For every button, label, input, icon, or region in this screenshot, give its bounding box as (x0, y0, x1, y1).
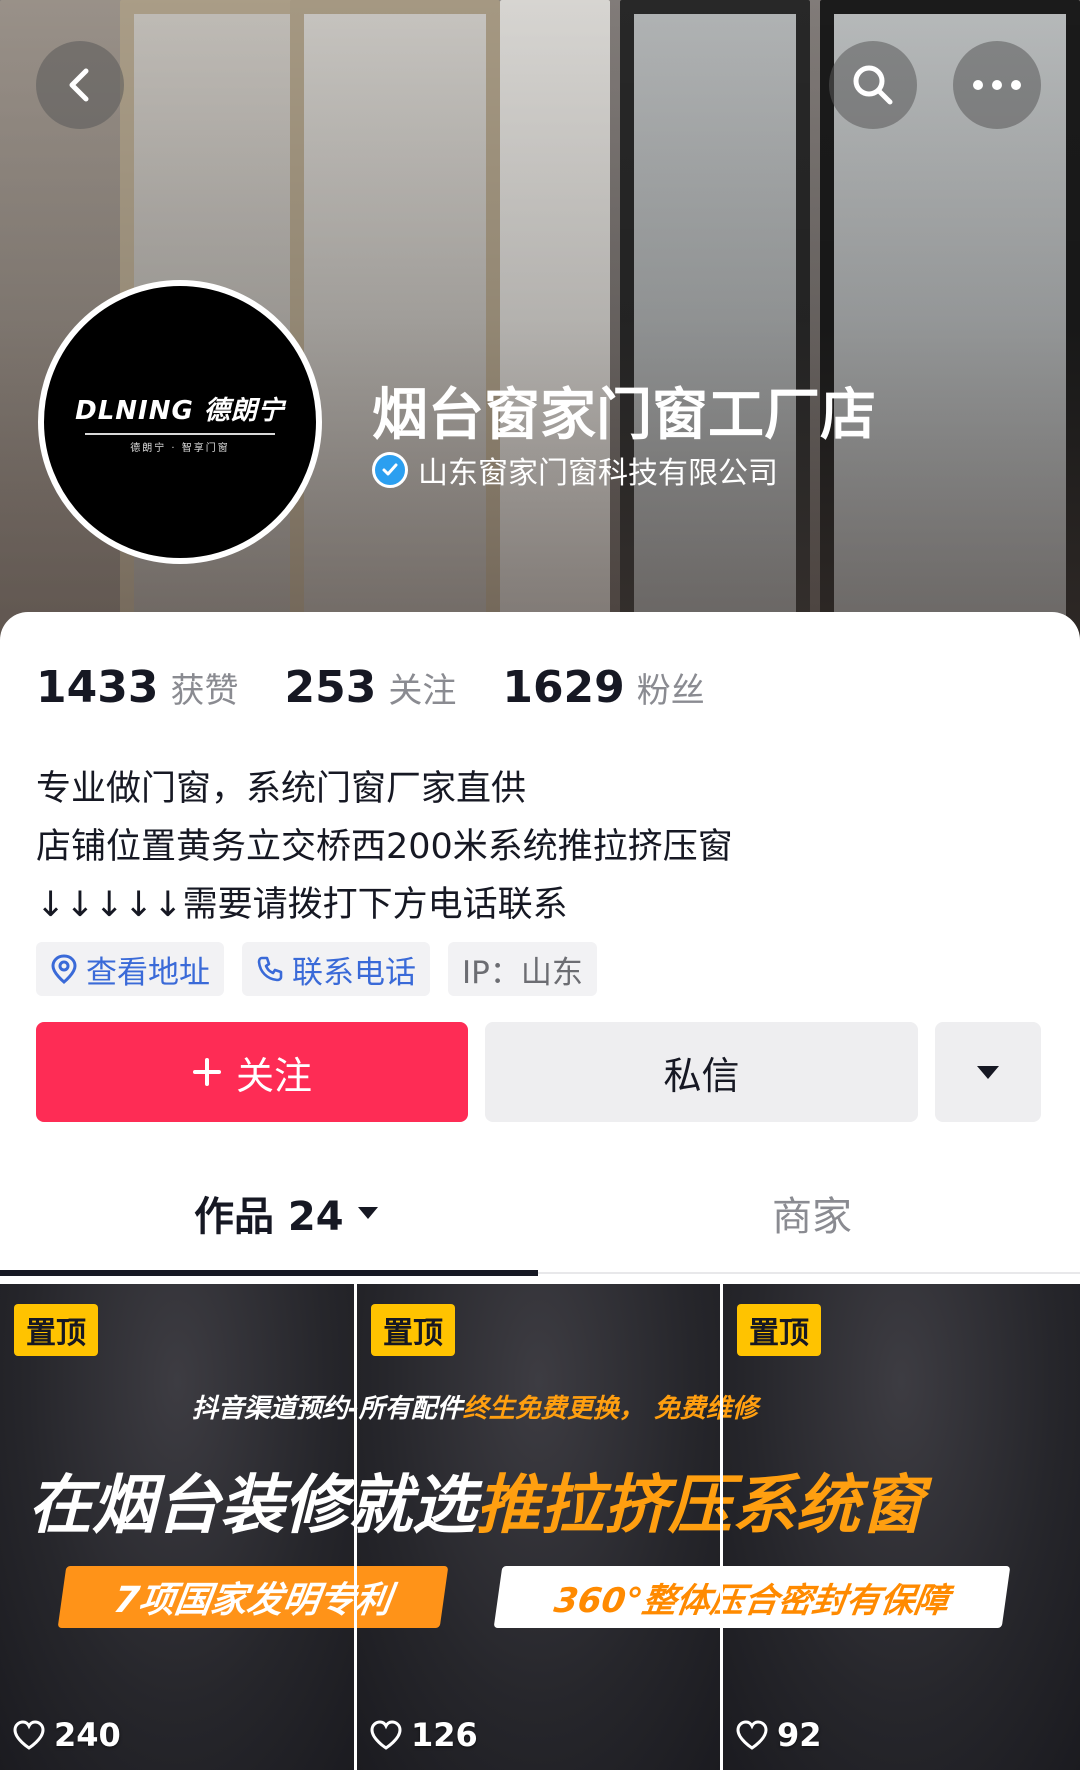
phone-icon (257, 956, 283, 982)
back-button[interactable] (36, 41, 124, 129)
stat-following[interactable]: 253 关注 (284, 662, 456, 713)
pinned-badge: 置顶 (14, 1304, 98, 1356)
plus-icon (192, 1058, 221, 1086)
contact-phone-chip[interactable]: 联系电话 (242, 942, 430, 996)
video-likes: 240 (12, 1716, 121, 1754)
chip-label: IP：山东 (462, 954, 583, 991)
caret-down-icon (977, 1066, 999, 1079)
search-button[interactable] (829, 41, 917, 129)
chip-label: 查看地址 (86, 954, 210, 991)
avatar-brand-divider (85, 433, 275, 435)
tab-active-indicator (0, 1270, 538, 1276)
tab-shop[interactable]: 商家 (772, 1184, 852, 1242)
bio-line: 店铺位置黄务立交桥西200米系统推拉挤压窗 (36, 827, 733, 867)
likes-count: 240 (54, 1716, 121, 1754)
verified-check-icon (372, 452, 408, 488)
video-thumbnail[interactable]: 置顶 240 (0, 1284, 354, 1770)
video-likes: 92 (735, 1716, 822, 1754)
stat-number: 1433 (36, 662, 159, 713)
company-name: 山东窗家门窗科技有限公司 (418, 456, 778, 491)
video-likes: 126 (369, 1716, 478, 1754)
avatar-brand-sub: 德朗宁 · 智享门窗 (130, 443, 230, 454)
video-thumbnail[interactable]: 置顶 126 (357, 1284, 720, 1770)
heart-icon (13, 1720, 45, 1750)
pinned-badge: 置顶 (737, 1304, 821, 1356)
pinned-badge: 置顶 (371, 1304, 455, 1356)
more-button[interactable] (953, 41, 1041, 129)
profile-header: DLNING 德朗宁 德朗宁 · 智享门窗 烟台窗家门窗工厂店 山东窗家门窗科技… (0, 0, 1080, 640)
follow-button[interactable]: 关注 (36, 1022, 468, 1122)
chip-label: 联系电话 (292, 954, 416, 991)
verified-company: 山东窗家门窗科技有限公司 (372, 448, 778, 492)
bio-line: ↓↓↓↓↓需要请拨打下方电话联系 (36, 885, 568, 925)
search-icon (853, 65, 893, 105)
likes-count: 126 (411, 1716, 478, 1754)
stat-likes[interactable]: 1433 获赞 (36, 662, 238, 713)
profile-name: 烟台窗家门窗工厂店 (372, 383, 876, 448)
tab-works[interactable]: 作品 24 (194, 1184, 380, 1242)
avatar[interactable]: DLNING 德朗宁 德朗宁 · 智享门窗 (38, 280, 322, 564)
stat-followers[interactable]: 1629 粉丝 (502, 662, 704, 713)
video-grid: 置顶 240 置顶 126 置顶 92 (0, 1284, 1080, 1770)
tab-works-label: 作品 24 (194, 1194, 344, 1240)
caret-down-icon (357, 1207, 378, 1219)
more-dots-icon (973, 80, 1021, 90)
more-options-button[interactable] (935, 1022, 1041, 1122)
message-button[interactable]: 私信 (485, 1022, 918, 1122)
stat-number: 1629 (502, 662, 625, 713)
location-pin-icon (51, 954, 77, 984)
follow-label: 关注 (235, 1053, 312, 1098)
stats-row: 1433 获赞 253 关注 1629 粉丝 (36, 662, 751, 713)
heart-icon (736, 1720, 768, 1750)
stat-label: 获赞 (170, 671, 239, 711)
stat-label: 粉丝 (636, 671, 705, 711)
bio-line: 专业做门窗，系统门窗厂家直供 (36, 769, 527, 809)
ip-location-chip: IP：山东 (448, 942, 597, 996)
view-address-chip[interactable]: 查看地址 (36, 942, 224, 996)
stat-number: 253 (284, 662, 377, 713)
avatar-brand-logo: DLNING 德朗宁 (75, 396, 285, 426)
stat-label: 关注 (388, 671, 457, 711)
info-chips: 查看地址 联系电话 IP：山东 (36, 942, 597, 996)
chevron-left-icon (69, 68, 89, 102)
likes-count: 92 (777, 1716, 822, 1754)
video-thumbnail[interactable]: 置顶 92 (723, 1284, 1080, 1770)
profile-bio: 专业做门窗，系统门窗厂家直供 店铺位置黄务立交桥西200米系统推拉挤压窗 ↓↓↓… (36, 760, 733, 934)
heart-icon (370, 1720, 402, 1750)
message-label: 私信 (663, 1053, 740, 1098)
